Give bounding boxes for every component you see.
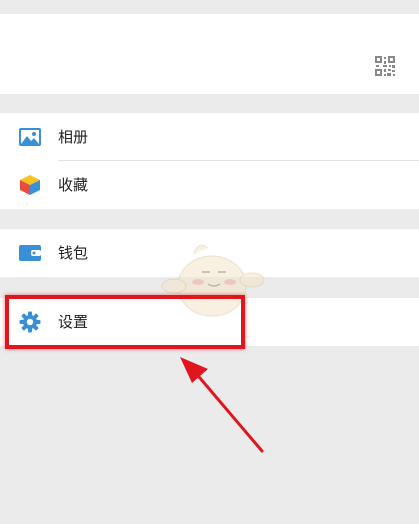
menu-item-album[interactable]: 相册 <box>0 113 419 161</box>
profile-card[interactable] <box>0 14 419 94</box>
cube-icon <box>18 174 42 196</box>
qr-code-icon[interactable] <box>375 56 395 76</box>
menu-item-favorites[interactable]: 收藏 <box>0 161 419 209</box>
settings-highlight-box <box>5 295 245 349</box>
menu-item-label: 钱包 <box>58 244 89 262</box>
menu-group-media: 相册 收藏 <box>0 113 419 209</box>
menu-item-label: 收藏 <box>58 176 89 194</box>
red-arrow-icon <box>180 357 264 453</box>
menu-item-label: 相册 <box>58 128 89 146</box>
picture-icon <box>18 126 42 148</box>
wallet-icon <box>18 242 42 264</box>
